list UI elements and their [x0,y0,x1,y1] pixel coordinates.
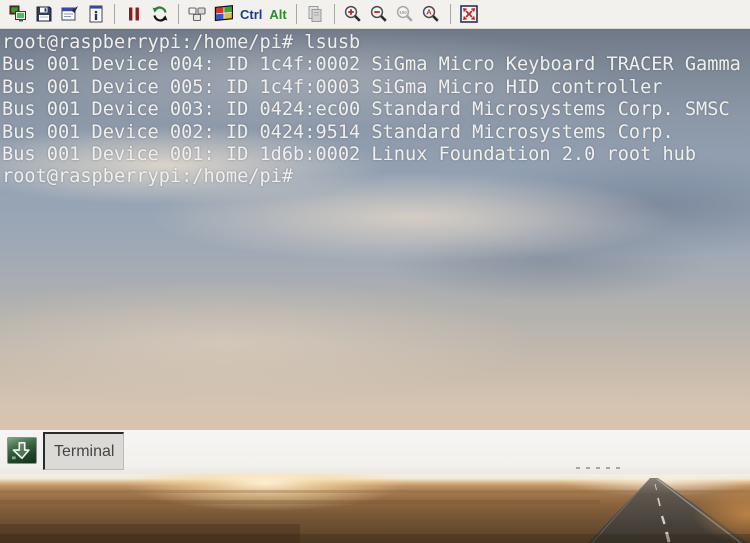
toolbar: Ctrl Alt 100 A [0,0,750,29]
windows-flag-icon [214,5,233,22]
ctrl-toggle-button[interactable]: Ctrl [237,7,265,22]
desktop-wallpaper-road [0,474,750,543]
terminal-line: Bus 001 Device 004: ID 1c4f:0002 SiGma M… [2,54,741,76]
zoom-100-button: 100 [393,2,418,27]
svg-text:100: 100 [399,10,407,15]
road-landscape-graphic [0,474,750,543]
toolbar-separator [333,4,335,24]
refresh-arrows-icon [152,6,167,22]
magnifier-minus-icon [371,5,387,22]
launcher-button[interactable] [7,437,37,464]
save-session-button[interactable] [31,2,56,27]
copy-documents-icon [308,6,322,22]
window-options-icon [61,6,78,21]
connection-info-button[interactable] [83,2,108,27]
terminal-line: Bus 001 Device 002: ID 0424:9514 Standar… [2,121,674,143]
fullscreen-button[interactable] [457,2,482,27]
toolbar-separator [449,4,451,24]
pause-bars-icon [128,7,139,21]
zoom-in-button[interactable] [341,2,366,27]
toolbar-separator [114,4,115,24]
magnifier-plus-icon [345,5,361,22]
green-down-arrow-icon [12,441,30,459]
terminal-line: root@raspberrypi:/home/pi# lsusb [2,32,361,53]
magnifier-100-icon: 100 [397,5,413,22]
taskbar-item-terminal[interactable]: Terminal [43,432,124,470]
taskbar: Terminal [0,430,750,474]
taskbar-item-label: Terminal [54,442,115,460]
terminal-prompt-line: root@raspberrypi:/home/pi# [2,166,294,188]
alt-toggle-button[interactable]: Alt [266,7,289,22]
send-ctrl-esc-button[interactable] [211,2,236,27]
zoom-auto-button[interactable]: A [419,2,444,27]
pause-button[interactable] [121,2,146,27]
toolbar-separator [178,4,179,24]
magnifier-a-icon: A [423,5,439,22]
info-document-icon [89,5,102,23]
toolbar-separator [295,4,297,24]
keyboard-keys-icon [187,7,206,22]
vnc-viewer-window: Ctrl Alt 100 A root@raspberrypi:/home/pi… [0,0,750,543]
terminal-output[interactable]: root@raspberrypi:/home/pi# lsusb Bus 001… [0,29,750,199]
terminal-line: Bus 001 Device 005: ID 1c4f:0003 SiGma M… [2,76,663,98]
fullscreen-arrows-icon [460,5,479,23]
monitors-icon [9,5,26,22]
terminal-line: Bus 001 Device 001: ID 1d6b:0002 Linux F… [2,144,697,166]
file-transfer-button [303,2,328,27]
svg-text:A: A [427,8,433,17]
send-ctrl-alt-del-button[interactable] [185,2,210,27]
zoom-out-button[interactable] [367,2,392,27]
new-connection-button[interactable] [5,2,30,27]
connection-options-button[interactable] [57,2,82,27]
taskbar-grip-handle[interactable] [576,467,620,469]
terminal-line: Bus 001 Device 003: ID 0424:ec00 Standar… [2,99,730,121]
floppy-disk-icon [36,6,51,22]
refresh-button[interactable] [147,2,172,27]
